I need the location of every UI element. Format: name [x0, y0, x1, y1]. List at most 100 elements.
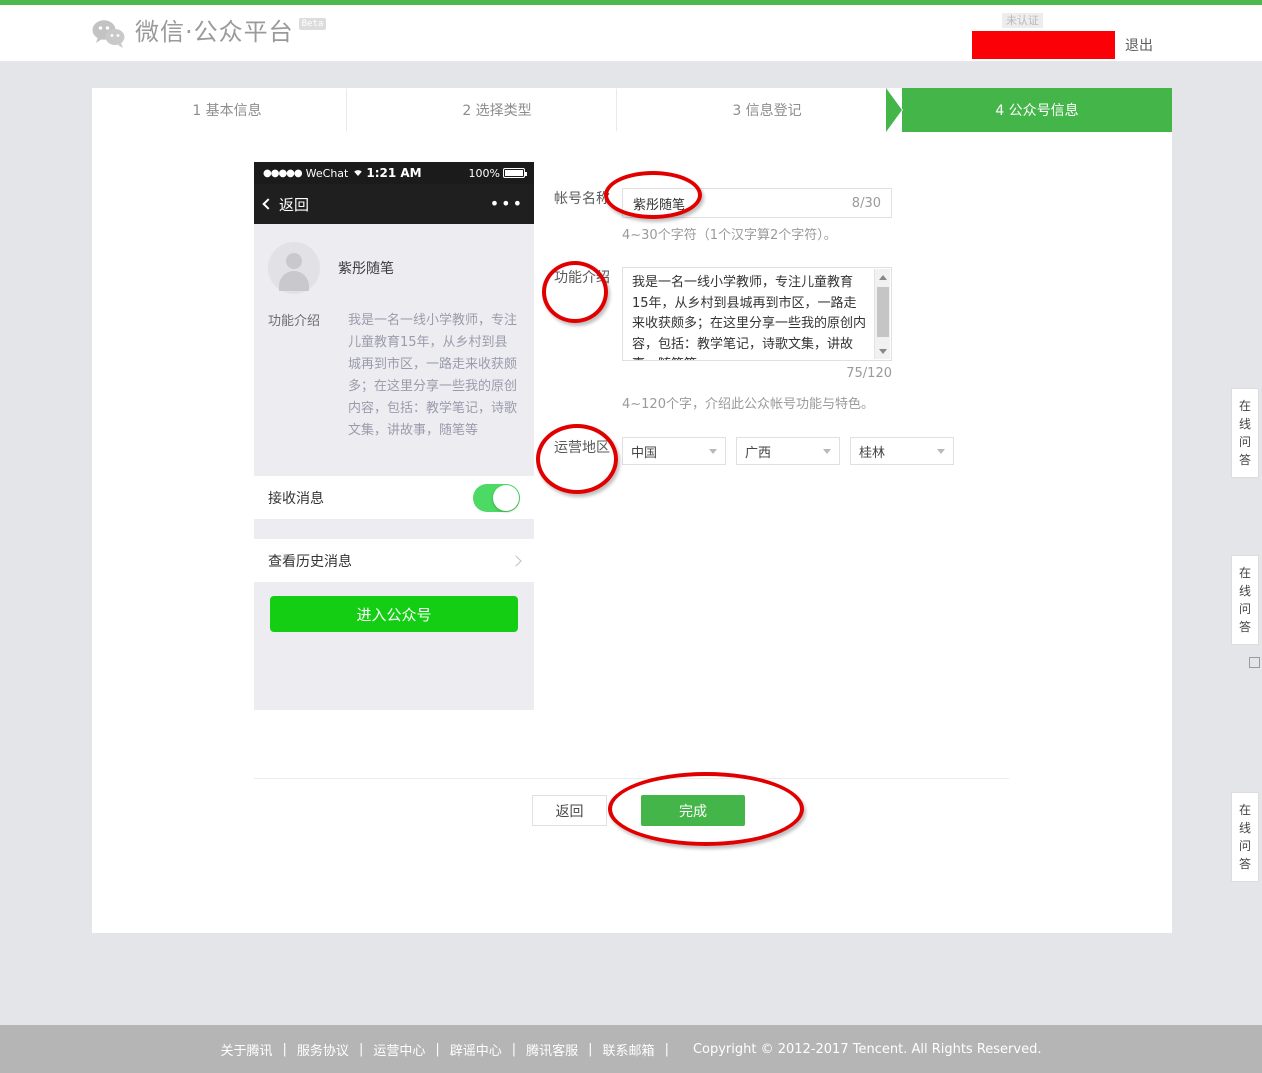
profile-card: 紫彤随笔 功能介绍 我是一名一线小学教师，专注儿童教育15年，从乡村到县城再到市… — [254, 224, 534, 456]
view-history-row[interactable]: 查看历史消息 — [254, 539, 534, 582]
preview-bottom-spacer — [254, 632, 534, 710]
region-field-row: 运营地区 中国 广西 桂林 — [554, 437, 1034, 465]
enter-account-button[interactable]: 进入公众号 — [270, 596, 518, 632]
chevron-down-icon — [823, 448, 831, 454]
nav-back-label: 返回 — [279, 195, 310, 214]
step-label: 2 选择类型 — [462, 103, 532, 119]
side-tab-label: 在线问答 — [1238, 566, 1251, 634]
footer-separator: | — [588, 1041, 593, 1057]
scrollbar-thumb[interactable] — [877, 287, 889, 337]
preview-spacer-2 — [254, 519, 534, 539]
ios-status-bar: ●●●●● WeChat 1:21 AM 100% — [254, 162, 534, 184]
chevron-down-icon — [709, 448, 717, 454]
footer-separator: | — [282, 1041, 287, 1057]
name-field-label: 帐号名称 — [554, 191, 610, 207]
footer-link-operation-center[interactable]: 运营中心 — [373, 1040, 425, 1059]
profile-description-text: 我是一名一线小学教师，专注儿童教育15年，从乡村到县城再到市区，一路走来收获颇多… — [348, 313, 518, 438]
preview-spacer — [254, 456, 534, 476]
step-label: 4 公众号信息 — [995, 103, 1079, 119]
intro-hint: 4~120个字，介绍此公众帐号功能与特色。 — [622, 397, 874, 412]
name-field-row: 帐号名称 紫彤随笔 8/30 4~30个字符（1个汉字算2个字符）。 — [554, 188, 1034, 243]
footer-separator: | — [511, 1041, 517, 1057]
phone-preview: ●●●●● WeChat 1:21 AM 100% 返回 ••• 紫彤随笔 功能… — [254, 162, 534, 710]
account-name-hint: 4~30个字符（1个汉字算2个字符）。 — [622, 228, 837, 243]
step-label: 3 信息登记 — [732, 103, 802, 119]
chevron-down-icon — [937, 448, 945, 454]
account-area: 未认证 退出 — [972, 13, 1262, 59]
country-value: 中国 — [631, 445, 658, 461]
step-label: 1 基本信息 — [192, 103, 262, 119]
province-value: 广西 — [745, 445, 772, 461]
back-button[interactable]: 返回 — [532, 795, 607, 826]
step-arrow — [347, 88, 363, 132]
profile-description-label: 功能介绍 — [268, 314, 321, 329]
ios-nav-bar: 返回 ••• — [254, 184, 534, 224]
brand-title: 微信·公众平台 — [135, 18, 294, 46]
collapse-handle[interactable] — [1249, 657, 1260, 668]
battery-icon — [503, 168, 527, 178]
site-header: 微信·公众平台 Beta 未认证 退出 — [0, 5, 1262, 62]
footer-separator: | — [664, 1041, 669, 1057]
battery-percent: 100% — [468, 166, 500, 180]
unverified-badge: 未认证 — [1002, 13, 1043, 28]
scroll-down-icon[interactable] — [875, 343, 891, 359]
country-select[interactable]: 中国 — [622, 437, 726, 465]
intro-counter: 75/120 — [846, 366, 892, 381]
step-arrow — [617, 88, 633, 132]
wizard-steps: 1 基本信息 2 选择类型 3 信息登记 4 公众号信息 — [92, 88, 1172, 132]
receive-messages-row[interactable]: 接收消息 — [254, 476, 534, 519]
intro-field-label: 功能介绍 — [554, 270, 610, 286]
nav-back-button[interactable]: 返回 — [262, 194, 310, 215]
side-tab-label: 在线问答 — [1238, 399, 1251, 467]
side-tab-online-qa-1[interactable]: 在线问答 — [1231, 388, 1259, 478]
brand-logo[interactable]: 微信·公众平台 Beta — [92, 15, 327, 49]
region-selects: 中国 广西 桂林 — [622, 437, 954, 465]
profile-header-row: 紫彤随笔 — [268, 242, 520, 294]
more-options-icon[interactable]: ••• — [490, 196, 524, 212]
chevron-left-icon — [262, 198, 274, 210]
intro-field-row: 功能介绍 我是一名一线小学教师，专注儿童教育15年，从乡村到县城再到市区，一路走… — [554, 267, 1034, 412]
footer-separator: | — [358, 1041, 364, 1057]
avatar — [268, 242, 320, 294]
enter-account-wrap: 进入公众号 — [254, 582, 534, 632]
side-tab-online-qa-3[interactable]: 在线问答 — [1231, 792, 1259, 882]
beta-badge: Beta — [298, 18, 327, 30]
profile-description-row: 功能介绍 我是一名一线小学教师，专注儿童教育15年，从乡村到县城再到市区，一路走… — [268, 310, 520, 442]
receive-messages-toggle[interactable] — [473, 483, 520, 512]
footer-copyright: Copyright © 2012-2017 Tencent. All Right… — [692, 1041, 1042, 1057]
step-2-select-type[interactable]: 2 选择类型 — [362, 88, 633, 132]
footer-link-rumor-center[interactable]: 辟谣中心 — [450, 1040, 502, 1059]
scroll-up-icon[interactable] — [875, 269, 891, 285]
footer-link-service-agreement[interactable]: 服务协议 — [297, 1040, 349, 1059]
wechat-logo-icon — [92, 19, 126, 49]
redacted-account-name — [972, 31, 1115, 59]
receive-messages-label: 接收消息 — [268, 490, 324, 507]
footer-link-tencent-support[interactable]: 腾讯客服 — [526, 1040, 578, 1059]
form-actions: 返回 完成 — [532, 795, 745, 826]
province-select[interactable]: 广西 — [736, 437, 840, 465]
account-info-form: 帐号名称 紫彤随笔 8/30 4~30个字符（1个汉字算2个字符）。 功能介绍 … — [554, 188, 1034, 469]
account-name-input[interactable]: 紫彤随笔 8/30 — [622, 188, 892, 218]
actions-divider — [254, 778, 1009, 779]
city-value: 桂林 — [859, 445, 886, 461]
intro-textarea[interactable]: 我是一名一线小学教师，专注儿童教育15年，从乡村到县城再到市区，一路走来收获颇多… — [622, 267, 892, 361]
side-tab-label: 在线问答 — [1238, 803, 1251, 871]
account-name-value: 紫彤随笔 — [633, 197, 686, 213]
header-divider — [0, 61, 1262, 62]
done-button[interactable]: 完成 — [641, 795, 745, 826]
region-field-label: 运营地区 — [554, 440, 610, 456]
city-select[interactable]: 桂林 — [850, 437, 954, 465]
logout-link[interactable]: 退出 — [1125, 35, 1153, 55]
side-tab-online-qa-2[interactable]: 在线问答 — [1231, 555, 1259, 645]
profile-name: 紫彤随笔 — [338, 261, 394, 277]
intro-textarea-scrollbar[interactable] — [874, 269, 890, 359]
footer-link-contact-email[interactable]: 联系邮箱 — [603, 1040, 655, 1059]
step-3-info-registration[interactable]: 3 信息登记 — [632, 88, 903, 132]
site-footer: 关于腾讯 | 服务协议 | 运营中心 | 辟谣中心 | 腾讯客服 | 联系邮箱 | Copy… — [0, 1025, 1262, 1073]
step-1-basic-info[interactable]: 1 基本信息 — [92, 88, 363, 132]
account-name-counter: 8/30 — [851, 195, 881, 211]
intro-textarea-value: 我是一名一线小学教师，专注儿童教育15年，从乡村到县城再到市区，一路走来收获颇多… — [632, 275, 867, 360]
step-4-account-info[interactable]: 4 公众号信息 — [886, 88, 1172, 132]
battery-indicator: 100% — [468, 166, 527, 180]
footer-link-about-tencent[interactable]: 关于腾讯 — [221, 1040, 273, 1059]
